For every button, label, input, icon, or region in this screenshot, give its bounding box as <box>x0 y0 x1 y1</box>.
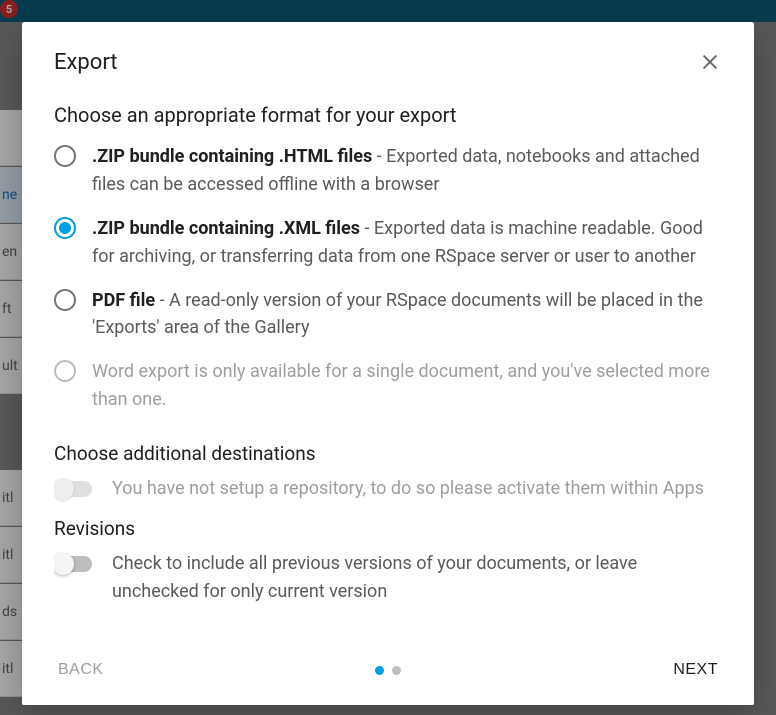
format-option-html[interactable]: .ZIP bundle containing .HTML files - Exp… <box>54 143 722 199</box>
format-option-xml[interactable]: .ZIP bundle containing .XML files - Expo… <box>54 215 722 271</box>
revisions-switch[interactable] <box>54 556 92 572</box>
radio-indicator <box>54 145 76 167</box>
revisions-switch-row: Check to include all previous versions o… <box>54 550 722 606</box>
radio-indicator <box>54 217 76 239</box>
switch-thumb <box>54 478 74 500</box>
back-button: BACK <box>54 655 108 685</box>
export-modal: Export Choose an appropriate format for … <box>22 22 754 705</box>
radio-label: PDF file - A read-only version of your R… <box>92 287 722 343</box>
format-option-word: Word export is only available for a sing… <box>54 358 722 414</box>
modal-title: Export <box>54 50 118 75</box>
format-radio-list: .ZIP bundle containing .HTML files - Exp… <box>54 143 722 414</box>
close-icon <box>699 51 721 73</box>
format-option-pdf[interactable]: PDF file - A read-only version of your R… <box>54 287 722 343</box>
next-button[interactable]: NEXT <box>669 655 722 685</box>
radio-indicator <box>54 360 76 382</box>
radio-label: .ZIP bundle containing .HTML files - Exp… <box>92 143 722 199</box>
repository-switch-label: You have not setup a repository, to do s… <box>112 475 704 503</box>
modal-footer: BACK NEXT <box>54 635 722 685</box>
modal-header: Export <box>54 50 722 75</box>
switch-thumb <box>54 553 74 575</box>
radio-label: .ZIP bundle containing .XML files - Expo… <box>92 215 722 271</box>
step-dot-1 <box>375 666 384 675</box>
step-indicator <box>375 666 401 675</box>
repository-switch-row: You have not setup a repository, to do s… <box>54 475 722 503</box>
radio-inner-dot <box>59 222 71 234</box>
revisions-switch-label: Check to include all previous versions o… <box>112 550 722 606</box>
modal-content: Choose an appropriate format for your ex… <box>54 103 722 635</box>
repository-switch <box>54 481 92 497</box>
radio-label: Word export is only available for a sing… <box>92 358 722 414</box>
format-heading: Choose an appropriate format for your ex… <box>54 103 722 127</box>
close-button[interactable] <box>698 50 722 74</box>
radio-indicator <box>54 289 76 311</box>
revisions-heading: Revisions <box>54 517 722 540</box>
step-dot-2 <box>392 666 401 675</box>
destinations-heading: Choose additional destinations <box>54 442 722 465</box>
